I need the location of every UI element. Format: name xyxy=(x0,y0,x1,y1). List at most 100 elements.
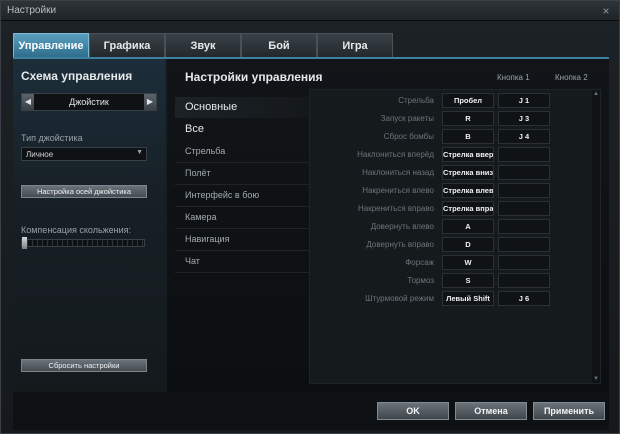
binding-action-label: Штурмовой режим xyxy=(365,294,434,303)
tab-graphics[interactable]: Графика xyxy=(89,33,165,57)
category-item[interactable]: Навигация xyxy=(175,229,309,250)
key1-field[interactable]: Стрелка влево xyxy=(442,183,494,198)
right-arrow-icon[interactable]: ▶ xyxy=(144,94,156,110)
title-bar: Настройки × xyxy=(1,1,619,21)
key2-field[interactable] xyxy=(498,219,550,234)
scroll-down-icon[interactable]: ▼ xyxy=(592,375,600,383)
category-label: Стрельба xyxy=(185,146,226,156)
control-settings-panel: Настройки управления Кнопка 1 Кнопка 2 О… xyxy=(167,59,609,392)
category-item[interactable]: Стрельба xyxy=(175,141,309,162)
binding-action-label: Сброс бомбы xyxy=(383,132,434,141)
binding-row: Довернуть влево A xyxy=(310,218,592,236)
tab-bar: Управление Графика Звук Бой Игра xyxy=(13,33,613,57)
key1-field[interactable]: Левый Shift xyxy=(442,291,494,306)
category-item[interactable]: Интерфейс в бою xyxy=(175,185,309,206)
control-scheme-panel: Схема управления ◀ Джойстик ▶ Тип джойст… xyxy=(13,59,165,392)
scroll-up-icon[interactable]: ▲ xyxy=(592,90,600,98)
key1-field[interactable]: B xyxy=(442,129,494,144)
close-icon[interactable]: × xyxy=(599,4,613,18)
category-item[interactable]: Чат xyxy=(175,251,309,272)
key1-field[interactable]: Стрелка вверх xyxy=(442,147,494,162)
footer-bar: OK Отмена Применить xyxy=(13,392,609,430)
key2-field[interactable] xyxy=(498,201,550,216)
binding-action-label: Наклониться назад xyxy=(362,168,434,177)
reset-settings-button[interactable]: Сбросить настройки xyxy=(21,359,147,372)
category-item[interactable]: Камера xyxy=(175,207,309,228)
binding-row: Штурмовой режим Левый Shift J 6 xyxy=(310,290,592,308)
binding-action-label: Тормоз xyxy=(407,276,434,285)
category-label: Навигация xyxy=(185,234,230,244)
binding-row: Наклониться назад Стрелка вниз xyxy=(310,164,592,182)
binding-action-label: Довернуть вправо xyxy=(366,240,434,249)
tab-controls[interactable]: Управление xyxy=(13,33,89,57)
category-label: Интерфейс в бою xyxy=(185,190,260,200)
key1-field[interactable]: Пробел xyxy=(442,93,494,108)
binding-row: Тормоз S xyxy=(310,272,592,290)
key1-field[interactable]: W xyxy=(442,255,494,270)
key2-field[interactable]: J 6 xyxy=(498,291,550,306)
axis-setup-button[interactable]: Настройка осей джойстика xyxy=(21,185,147,198)
joystick-type-value: Личное xyxy=(26,150,54,159)
key2-field[interactable]: J 3 xyxy=(498,111,550,126)
tab-game[interactable]: Игра xyxy=(317,33,393,57)
binding-action-label: Довернуть влево xyxy=(370,222,434,231)
apply-button[interactable]: Применить xyxy=(533,402,605,420)
category-item[interactable]: Все xyxy=(175,119,309,140)
key2-field[interactable] xyxy=(498,273,550,288)
category-label: Камера xyxy=(185,212,217,222)
key2-field[interactable] xyxy=(498,255,550,270)
binding-action-label: Стрельба xyxy=(398,96,434,105)
category-divider xyxy=(175,272,309,273)
slider-thumb[interactable] xyxy=(22,237,27,249)
tab-sound[interactable]: Звук xyxy=(165,33,241,57)
binding-action-label: Накрениться влево xyxy=(362,186,434,195)
binding-action-label: Форсаж xyxy=(405,258,434,267)
binding-row: Довернуть вправо D xyxy=(310,236,592,254)
key1-field[interactable]: Стрелка вправо xyxy=(442,201,494,216)
bindings-table: Стрельба Пробел J 1 Запуск ракеты R J 3 Сброс … xyxy=(309,89,601,384)
slip-compensation-label: Компенсация скольжения: xyxy=(21,225,132,235)
binding-row: Наклониться вперёд Стрелка вверх xyxy=(310,146,592,164)
binding-action-label: Накрениться вправо xyxy=(358,204,434,213)
joystick-type-label: Тип джойстика xyxy=(21,133,83,143)
category-label: Основные xyxy=(185,101,238,113)
binding-row: Сброс бомбы B J 4 xyxy=(310,128,592,146)
category-label: Чат xyxy=(185,256,200,266)
key1-field[interactable]: R xyxy=(442,111,494,126)
binding-action-label: Наклониться вперёд xyxy=(357,150,434,159)
joystick-type-dropdown[interactable]: Личное ▼ xyxy=(21,147,147,161)
key2-field[interactable]: J 1 xyxy=(498,93,550,108)
scheme-value: Джойстик xyxy=(69,97,109,107)
column-key1-header: Кнопка 1 xyxy=(497,73,530,82)
key1-field[interactable]: Стрелка вниз xyxy=(442,165,494,180)
key1-field[interactable]: A xyxy=(442,219,494,234)
category-item[interactable]: Основные xyxy=(175,97,309,118)
slip-compensation-slider[interactable] xyxy=(21,237,145,249)
settings-window: Настройки × Управление Графика Звук Бой … xyxy=(0,0,620,434)
key1-field[interactable]: S xyxy=(442,273,494,288)
bindings-scrollbar[interactable]: ▲ ▼ xyxy=(592,90,600,383)
key2-field[interactable]: J 4 xyxy=(498,129,550,144)
control-settings-title: Настройки управления xyxy=(185,70,323,84)
scheme-selector: ◀ Джойстик ▶ xyxy=(21,93,157,111)
column-key2-header: Кнопка 2 xyxy=(555,73,588,82)
binding-row: Накрениться влево Стрелка влево xyxy=(310,182,592,200)
binding-row: Стрельба Пробел J 1 xyxy=(310,92,592,110)
category-label: Полёт xyxy=(185,168,211,178)
key2-field[interactable] xyxy=(498,183,550,198)
category-label: Все xyxy=(185,123,204,135)
chevron-down-icon: ▼ xyxy=(136,149,143,156)
tab-combat[interactable]: Бой xyxy=(241,33,317,57)
key1-field[interactable]: D xyxy=(442,237,494,252)
binding-row: Запуск ракеты R J 3 xyxy=(310,110,592,128)
ok-button[interactable]: OK xyxy=(377,402,449,420)
key2-field[interactable] xyxy=(498,147,550,162)
category-item[interactable]: Полёт xyxy=(175,163,309,184)
window-title: Настройки xyxy=(7,5,57,16)
binding-action-label: Запуск ракеты xyxy=(380,114,434,123)
key2-field[interactable] xyxy=(498,237,550,252)
key2-field[interactable] xyxy=(498,165,550,180)
cancel-button[interactable]: Отмена xyxy=(455,402,527,420)
binding-row: Форсаж W xyxy=(310,254,592,272)
left-arrow-icon[interactable]: ◀ xyxy=(22,94,34,110)
